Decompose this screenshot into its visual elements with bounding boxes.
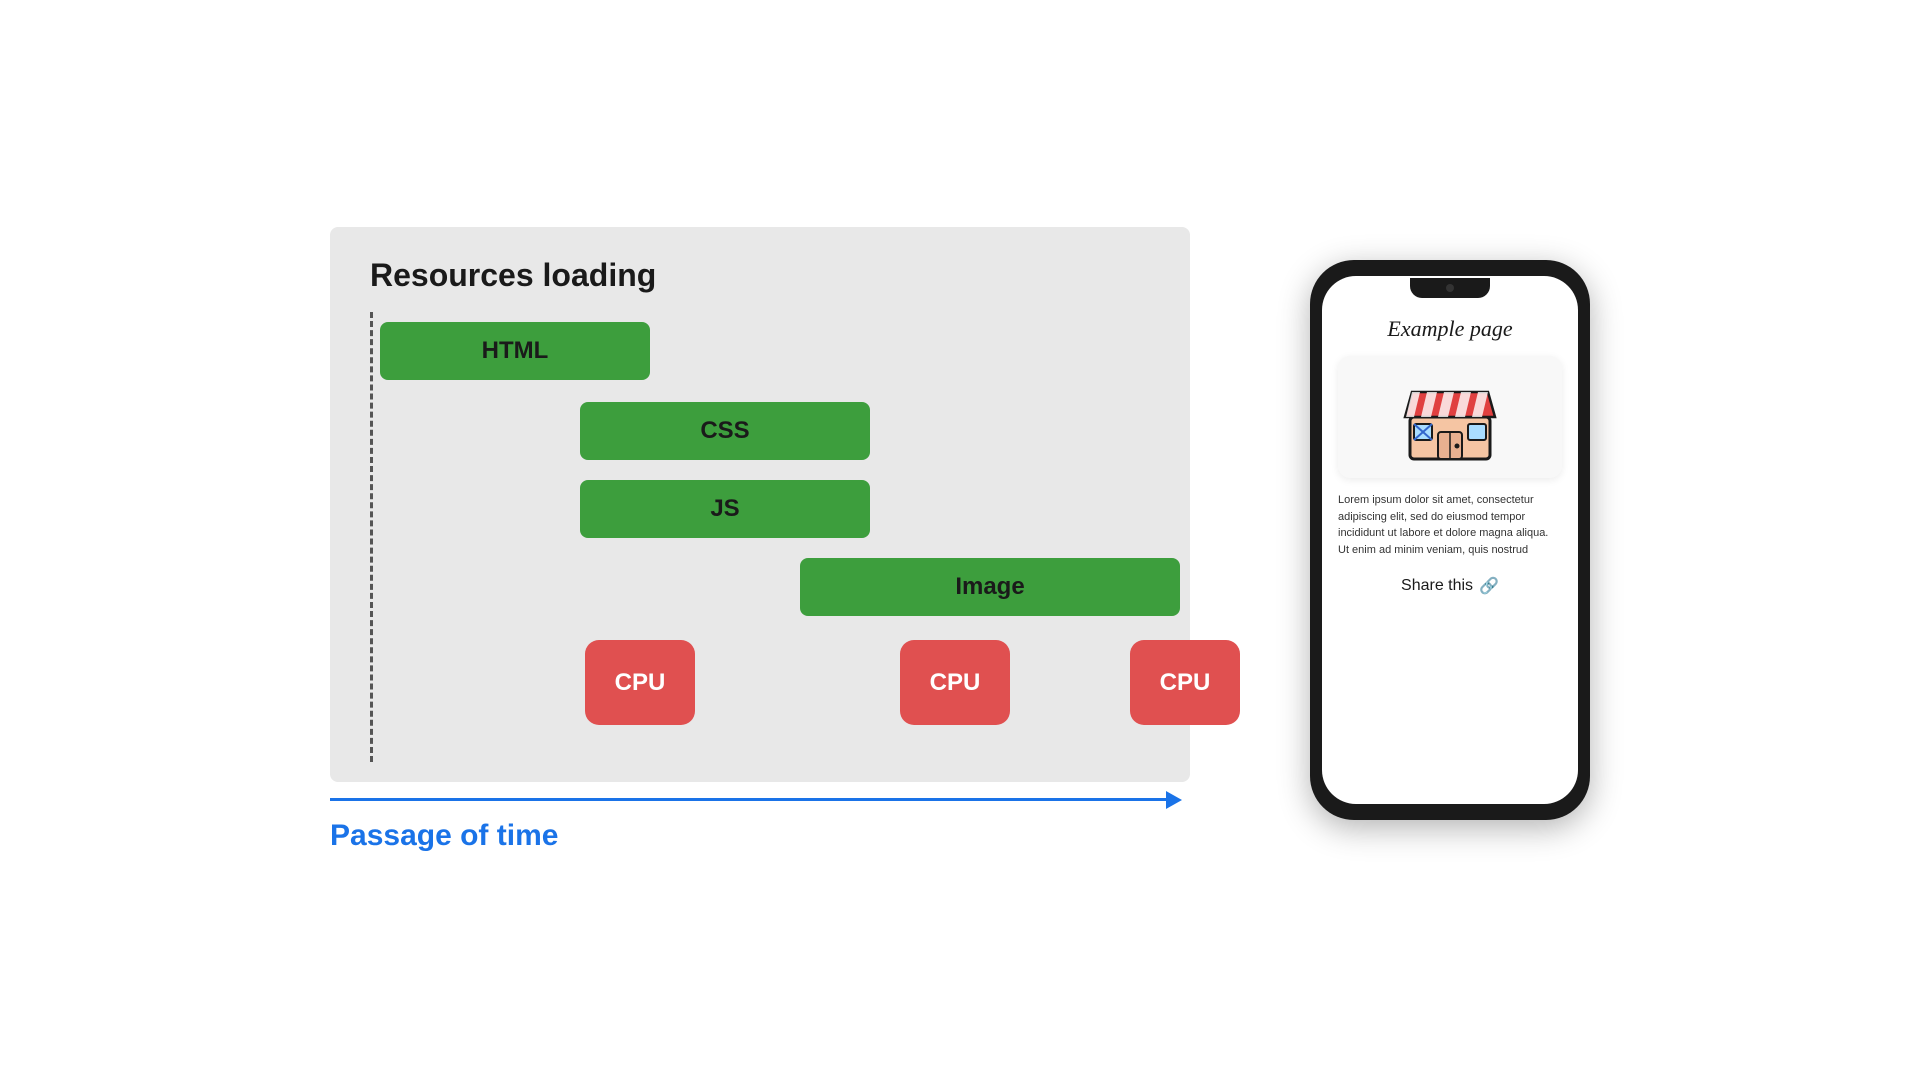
phone-page-title: Example page	[1387, 316, 1512, 342]
resources-area: HTML CSS JS Image CPU CPU	[370, 322, 1150, 742]
diagram-box: Resources loading HTML CSS JS Image	[330, 227, 1190, 782]
cpu-box-1: CPU	[585, 640, 695, 725]
cpu-box-2: CPU	[900, 640, 1010, 725]
diagram-section: Resources loading HTML CSS JS Image	[330, 227, 1190, 853]
time-arrow-container: Passage of time	[330, 798, 1170, 853]
main-container: Resources loading HTML CSS JS Image	[0, 227, 1920, 853]
time-line	[330, 798, 1170, 801]
bar-css: CSS	[580, 402, 870, 460]
time-label: Passage of time	[330, 819, 1170, 853]
phone-screen: Example page	[1322, 276, 1578, 804]
phone-body-text: Lorem ipsum dolor sit amet, consectetur …	[1338, 492, 1562, 558]
bar-image: Image	[800, 558, 1180, 616]
phone-notch	[1410, 278, 1490, 298]
share-text: Share this	[1401, 577, 1473, 595]
bar-js: JS	[580, 480, 870, 538]
phone-section: Example page	[1310, 260, 1590, 820]
diagram-title: Resources loading	[370, 257, 1150, 294]
share-link[interactable]: Share this 🔗	[1401, 576, 1499, 596]
dashed-line	[370, 312, 373, 762]
link-icon: 🔗	[1479, 576, 1499, 596]
phone-image-card	[1338, 356, 1562, 478]
shop-icon	[1400, 372, 1500, 462]
cpu-box-3: CPU	[1130, 640, 1240, 725]
phone-frame: Example page	[1310, 260, 1590, 820]
bar-html: HTML	[380, 322, 650, 380]
time-arrow	[330, 798, 1170, 801]
